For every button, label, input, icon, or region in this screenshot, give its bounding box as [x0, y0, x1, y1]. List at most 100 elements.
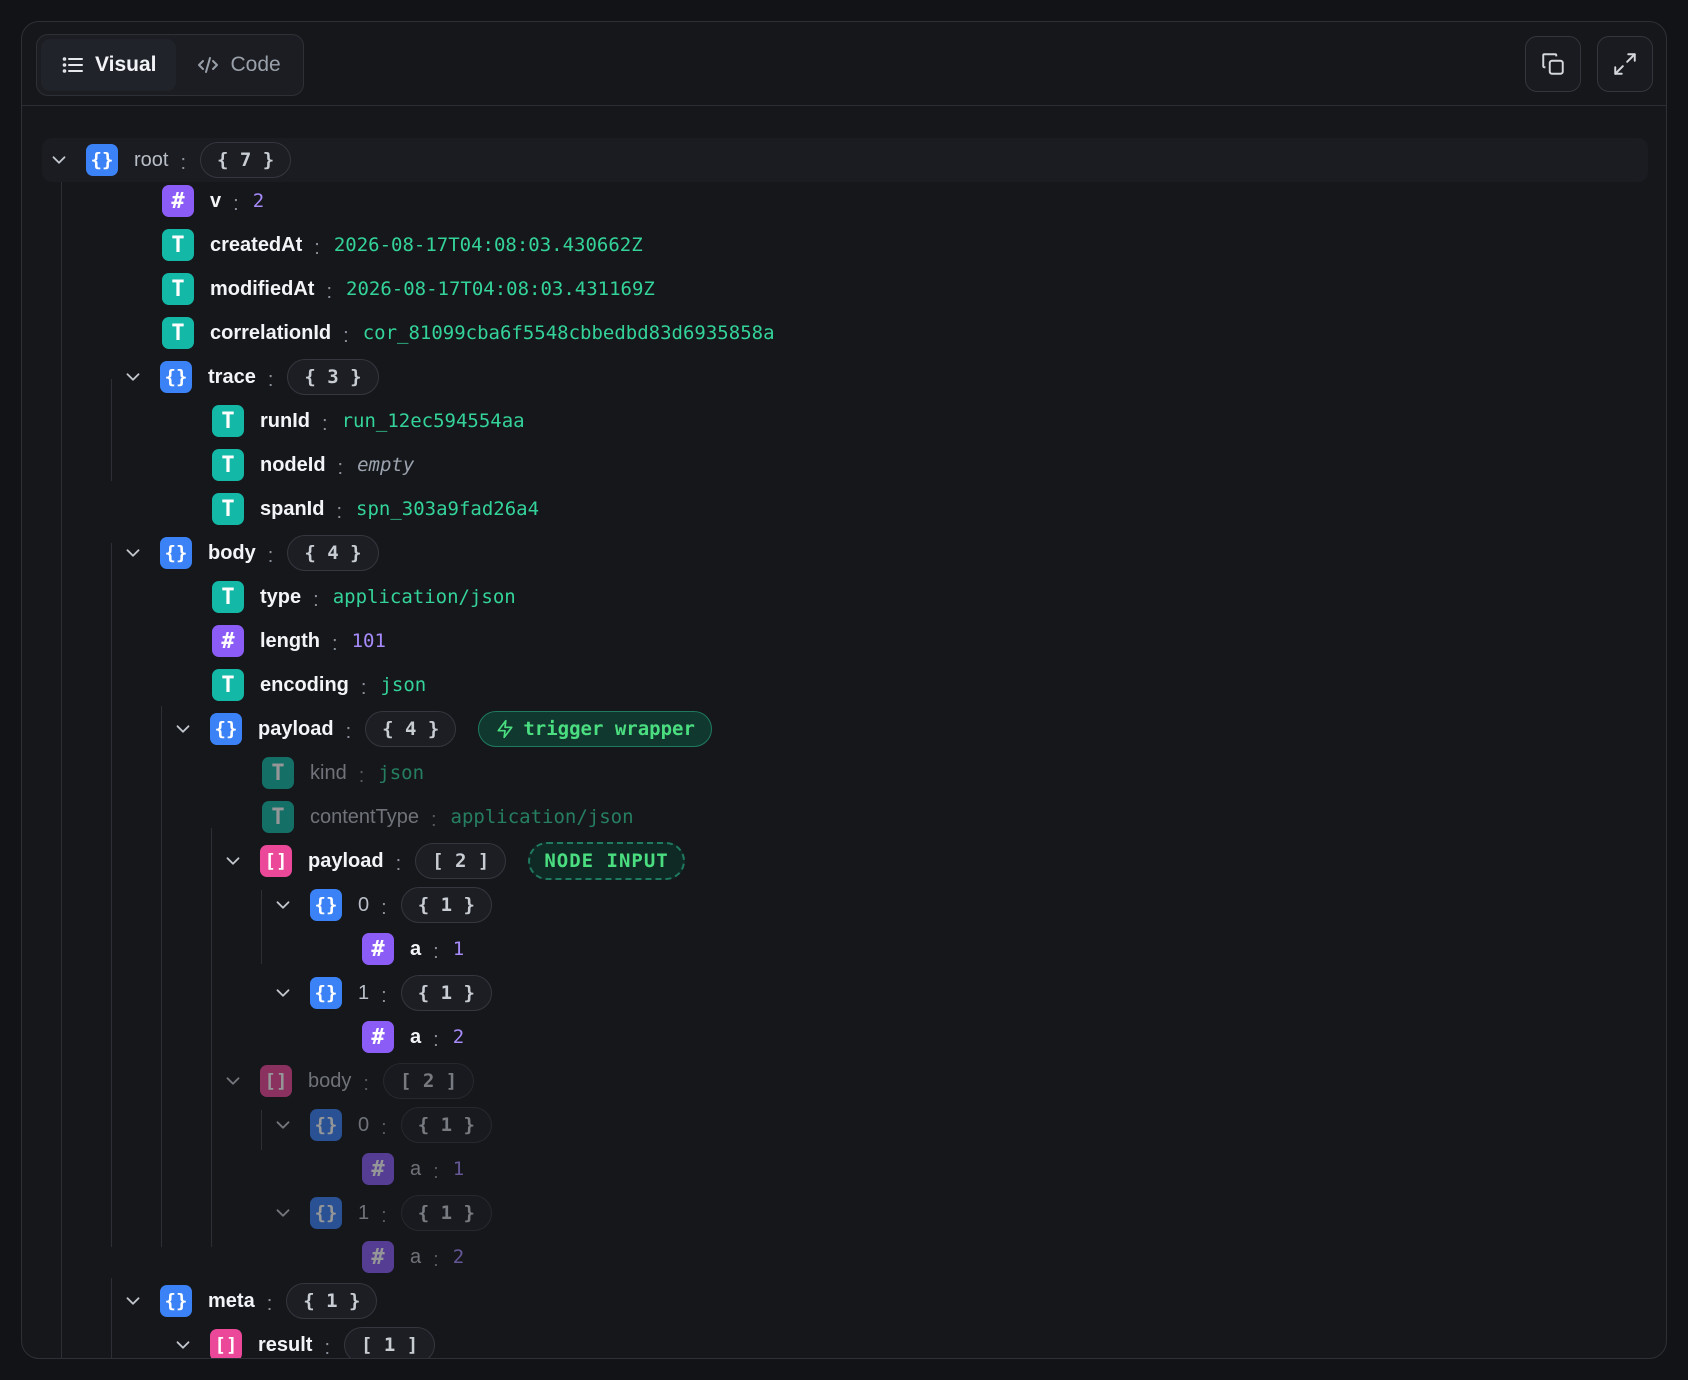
badge-label: trigger wrapper	[523, 718, 695, 740]
key-separator: :	[395, 852, 402, 875]
tree-node-body[interactable]: {} body : { 4 }	[122, 533, 379, 573]
tree-leaf-a[interactable]: # a : 1	[362, 1149, 464, 1189]
node-key: 0	[358, 893, 370, 916]
key-separator: :	[381, 1204, 387, 1227]
toolbar: Visual Code	[22, 22, 1666, 106]
tree-node-body-array[interactable]: [] body : [ 2 ]	[222, 1061, 475, 1101]
tree-leaf-createdAt[interactable]: T createdAt : 2026-08-17T04:08:03.430662…	[162, 225, 643, 265]
node-key: root	[134, 148, 169, 171]
key-separator: :	[337, 456, 344, 479]
key-separator: :	[433, 1028, 439, 1051]
array-icon: []	[260, 845, 292, 877]
expand-button[interactable]	[1597, 36, 1653, 92]
tree-guide	[111, 543, 112, 1247]
tree-node-item-1[interactable]: {} 1 : { 1 }	[272, 973, 492, 1013]
node-key: modifiedAt	[210, 277, 315, 300]
chevron-down-icon[interactable]	[122, 366, 144, 388]
tree-leaf-type[interactable]: T type : application/json	[212, 577, 516, 617]
node-count: [ 2 ]	[382, 1063, 475, 1099]
string-icon: T	[262, 757, 294, 789]
key-separator: :	[267, 544, 274, 567]
chevron-down-icon[interactable]	[272, 982, 294, 1004]
node-key: type	[260, 585, 302, 608]
node-key: trace	[208, 365, 256, 388]
key-separator: :	[322, 412, 328, 435]
node-key: contentType	[310, 805, 419, 828]
tree-leaf-nodeId[interactable]: T nodeId : empty	[212, 445, 414, 485]
tree-guide	[211, 828, 212, 1247]
json-viewer-panel: Visual Code {} root : { 7 } # v: 2 T cr…	[21, 21, 1667, 1359]
tree-leaf-runId[interactable]: T runId : run_12ec594554aa	[212, 401, 525, 441]
node-value: 101	[351, 630, 386, 652]
node-count: { 3 }	[287, 359, 379, 395]
tree-node-payload[interactable]: {} payload : { 4 } trigger wrapper	[172, 709, 712, 749]
tree-node-trace[interactable]: {} trace : { 3 }	[122, 357, 379, 397]
key-separator: :	[358, 764, 365, 787]
node-count: { 4 }	[287, 535, 379, 571]
tree-leaf-spanId[interactable]: T spanId : spn_303a9fad26a4	[212, 489, 539, 529]
chevron-down-icon[interactable]	[172, 718, 194, 740]
tree-leaf-modifiedAt[interactable]: T modifiedAt : 2026-08-17T04:08:03.43116…	[162, 269, 655, 309]
node-key: body	[308, 1069, 352, 1092]
tree-node-result[interactable]: [] result : [ 1 ]	[172, 1325, 436, 1359]
tree-leaf-kind[interactable]: T kind : json	[262, 753, 424, 793]
chevron-down-icon[interactable]	[272, 1202, 294, 1224]
tree-node-payload-array[interactable]: [] payload : [ 2 ] NODE INPUT	[222, 841, 685, 881]
copy-button[interactable]	[1525, 36, 1581, 92]
node-key: 0	[358, 1113, 370, 1136]
tab-visual[interactable]: Visual	[41, 39, 177, 91]
object-icon: {}	[160, 361, 192, 393]
key-separator: :	[433, 1160, 439, 1183]
tree-node-root[interactable]: {} root : { 7 }	[42, 138, 1648, 182]
tree-node-meta[interactable]: {} meta : { 1 }	[122, 1281, 378, 1321]
chevron-down-icon[interactable]	[272, 894, 294, 916]
chevron-down-icon[interactable]	[122, 542, 144, 564]
node-value: json	[378, 762, 425, 784]
key-separator: :	[324, 1336, 331, 1359]
tree-leaf-a[interactable]: # a : 2	[362, 1237, 464, 1277]
key-separator: :	[326, 280, 332, 303]
node-key: meta	[208, 1289, 255, 1312]
key-separator: :	[381, 1116, 387, 1139]
node-value: json	[380, 674, 427, 696]
key-separator: :	[314, 236, 320, 259]
key-separator: :	[345, 720, 352, 743]
array-icon: []	[210, 1329, 242, 1358]
node-input-badge: NODE INPUT	[528, 842, 685, 880]
string-icon: T	[212, 449, 244, 481]
list-icon	[62, 57, 83, 73]
tree-node-item-0[interactable]: {} 0 : { 1 }	[272, 885, 492, 925]
number-icon: #	[362, 1021, 394, 1053]
object-icon: {}	[210, 713, 242, 745]
node-key: kind	[310, 761, 347, 784]
chevron-down-icon[interactable]	[222, 850, 244, 872]
node-key: runId	[260, 409, 310, 432]
tree-leaf-encoding[interactable]: T encoding : json	[212, 665, 426, 705]
key-separator: :	[266, 1292, 273, 1315]
chevron-down-icon[interactable]	[172, 1334, 194, 1356]
node-value: cor_81099cba6f5548cbbedbd83d6935858a	[362, 322, 775, 344]
object-icon: {}	[86, 144, 118, 176]
string-icon: T	[212, 493, 244, 525]
string-icon: T	[162, 317, 194, 349]
tree-leaf-a[interactable]: # a : 1	[362, 929, 464, 969]
tree-leaf-v[interactable]: # v : 2	[162, 181, 264, 221]
chevron-down-icon[interactable]	[122, 1290, 144, 1312]
chevron-down-icon[interactable]	[48, 149, 70, 171]
tree-leaf-correlationId[interactable]: T correlationId : cor_81099cba6f5548cbbe…	[162, 313, 775, 353]
object-icon: {}	[310, 889, 342, 921]
tree-node-item-0[interactable]: {} 0 : { 1 }	[272, 1105, 492, 1145]
tab-code[interactable]: Code	[176, 39, 300, 91]
chevron-down-icon[interactable]	[272, 1114, 294, 1136]
number-icon: #	[362, 1241, 394, 1273]
tree-leaf-a[interactable]: # a : 2	[362, 1017, 464, 1057]
chevron-down-icon[interactable]	[222, 1070, 244, 1092]
tree-node-item-1[interactable]: {} 1 : { 1 }	[272, 1193, 492, 1233]
tree-leaf-length[interactable]: # length : 101	[212, 621, 386, 661]
tree-leaf-contentType[interactable]: T contentType : application/json	[262, 797, 634, 837]
node-key: v	[210, 189, 222, 212]
key-separator: :	[381, 896, 387, 919]
object-icon: {}	[310, 1109, 342, 1141]
node-key: a	[410, 1245, 422, 1268]
node-count: { 1 }	[400, 1195, 492, 1231]
